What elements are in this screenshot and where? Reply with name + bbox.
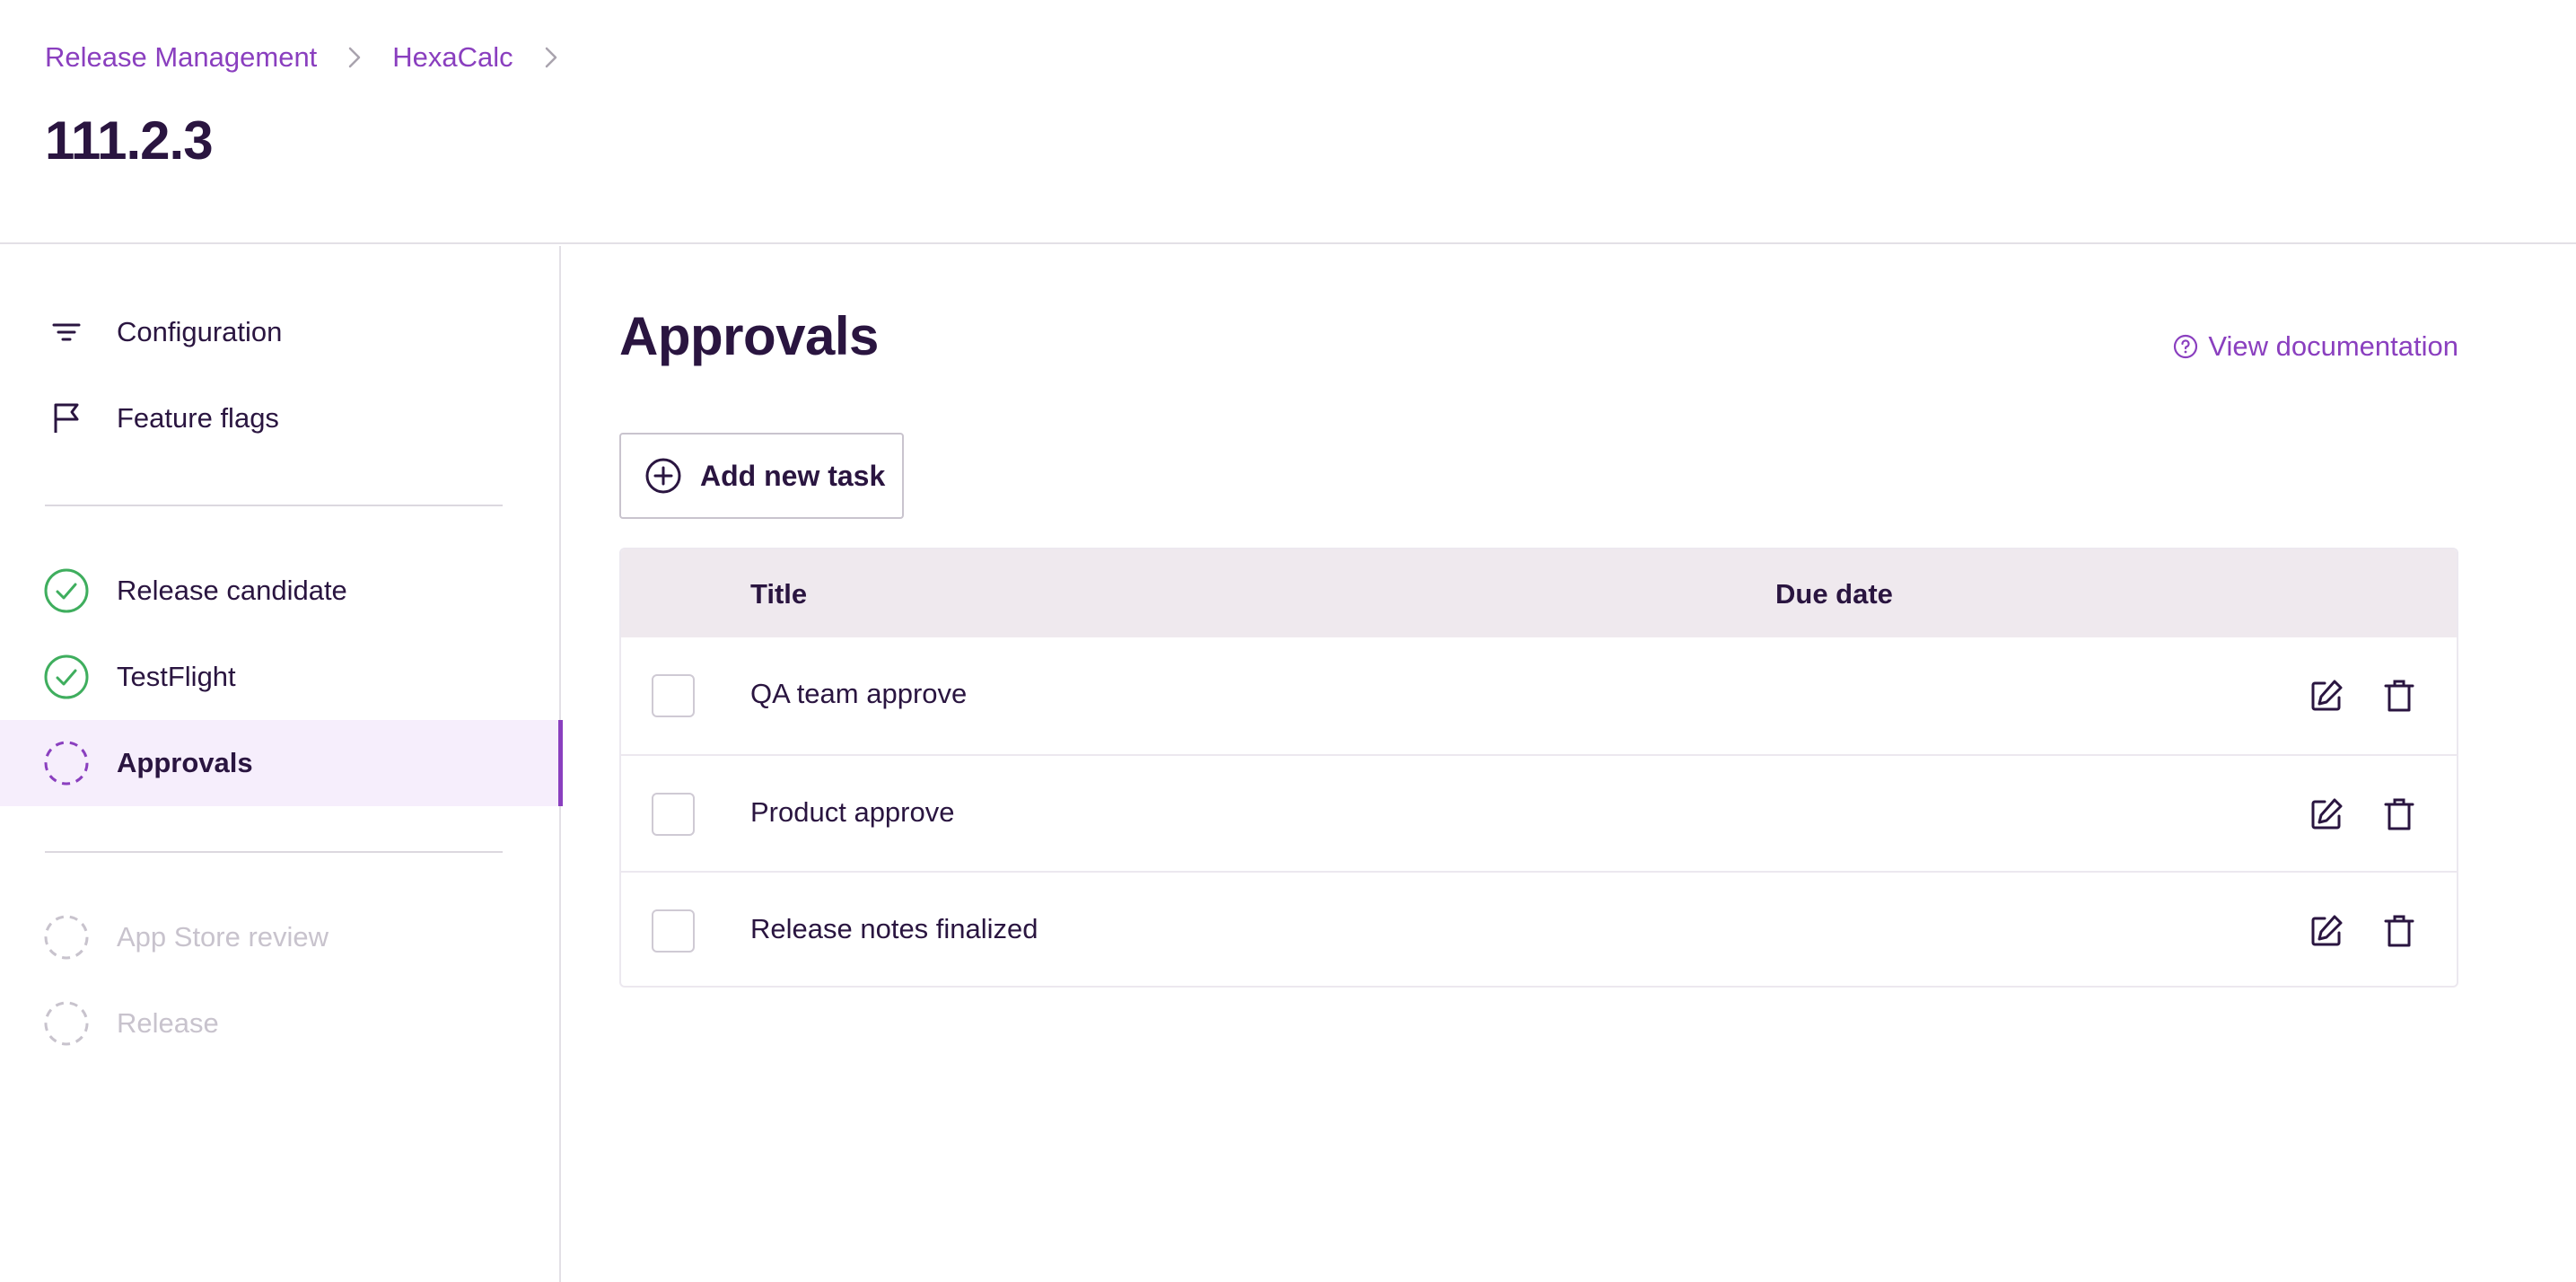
sidebar-step-release-candidate[interactable]: Release candidate bbox=[0, 548, 561, 634]
section-title: Approvals bbox=[619, 306, 879, 366]
add-new-task-label: Add new task bbox=[700, 459, 886, 492]
trash-icon[interactable] bbox=[2378, 674, 2421, 717]
page-header: Release Management HexaCalc 111.2.3 bbox=[0, 0, 2576, 244]
sidebar-item-label: Feature flags bbox=[117, 402, 279, 434]
trash-icon[interactable] bbox=[2378, 793, 2421, 836]
edit-icon[interactable] bbox=[2305, 674, 2348, 717]
help-circle-icon bbox=[2174, 334, 2198, 359]
edit-icon[interactable] bbox=[2305, 793, 2348, 836]
sidebar-item-feature-flags[interactable]: Feature flags bbox=[0, 375, 561, 461]
table-row: QA team approve bbox=[621, 637, 2457, 754]
sidebar-step-label: TestFlight bbox=[117, 661, 236, 692]
table-header: Title Due date bbox=[621, 549, 2457, 637]
column-header-title: Title bbox=[750, 578, 808, 610]
approvals-table: Title Due date QA team approve Product a… bbox=[619, 548, 2458, 988]
sidebar-step-label: Approvals bbox=[117, 747, 253, 778]
row-checkbox[interactable] bbox=[652, 909, 695, 953]
chevron-right-icon bbox=[337, 40, 372, 75]
sidebar-step-label: Release candidate bbox=[117, 575, 347, 606]
row-title: Release notes finalized bbox=[750, 913, 1038, 944]
dashed-circle-icon bbox=[43, 1000, 90, 1047]
view-documentation-label: View documentation bbox=[2208, 330, 2458, 362]
sidebar-item-label: Configuration bbox=[117, 316, 283, 347]
sidebar-step-label: App Store review bbox=[117, 921, 329, 953]
dashed-circle-icon bbox=[43, 914, 90, 961]
sidebar-step-approvals[interactable]: Approvals bbox=[0, 720, 563, 806]
plus-circle-icon bbox=[645, 458, 681, 494]
breadcrumb: Release Management HexaCalc bbox=[45, 40, 589, 75]
check-circle-icon bbox=[43, 654, 90, 700]
sidebar-step-release: Release bbox=[0, 980, 561, 1067]
dashed-circle-icon bbox=[43, 740, 90, 786]
sidebar: Configuration Feature flags Release cand… bbox=[0, 246, 563, 1282]
add-new-task-button[interactable]: Add new task bbox=[619, 433, 904, 519]
sidebar-item-configuration[interactable]: Configuration bbox=[0, 289, 561, 375]
check-circle-icon bbox=[43, 567, 90, 614]
flag-icon bbox=[43, 395, 90, 442]
breadcrumb-link-hexacalc[interactable]: HexaCalc bbox=[392, 41, 513, 74]
edit-icon[interactable] bbox=[2305, 909, 2348, 953]
filter-lines-icon bbox=[43, 309, 90, 356]
table-row: Release notes finalized bbox=[621, 871, 2457, 986]
view-documentation-link[interactable]: View documentation bbox=[2172, 330, 2458, 363]
breadcrumb-link-release-management[interactable]: Release Management bbox=[45, 41, 317, 74]
row-checkbox[interactable] bbox=[652, 674, 695, 717]
sidebar-divider bbox=[45, 851, 503, 853]
trash-icon[interactable] bbox=[2378, 909, 2421, 953]
sidebar-step-app-store-review: App Store review bbox=[0, 894, 561, 980]
sidebar-divider bbox=[45, 505, 503, 506]
table-row: Product approve bbox=[621, 754, 2457, 871]
row-checkbox[interactable] bbox=[652, 793, 695, 836]
sidebar-step-label: Release bbox=[117, 1007, 219, 1039]
column-header-due-date: Due date bbox=[1775, 578, 1893, 610]
page-title: 111.2.3 bbox=[45, 110, 214, 171]
row-title: Product approve bbox=[750, 796, 955, 828]
sidebar-step-testflight[interactable]: TestFlight bbox=[0, 634, 561, 720]
chevron-right-icon bbox=[533, 40, 569, 75]
row-title: QA team approve bbox=[750, 678, 968, 709]
